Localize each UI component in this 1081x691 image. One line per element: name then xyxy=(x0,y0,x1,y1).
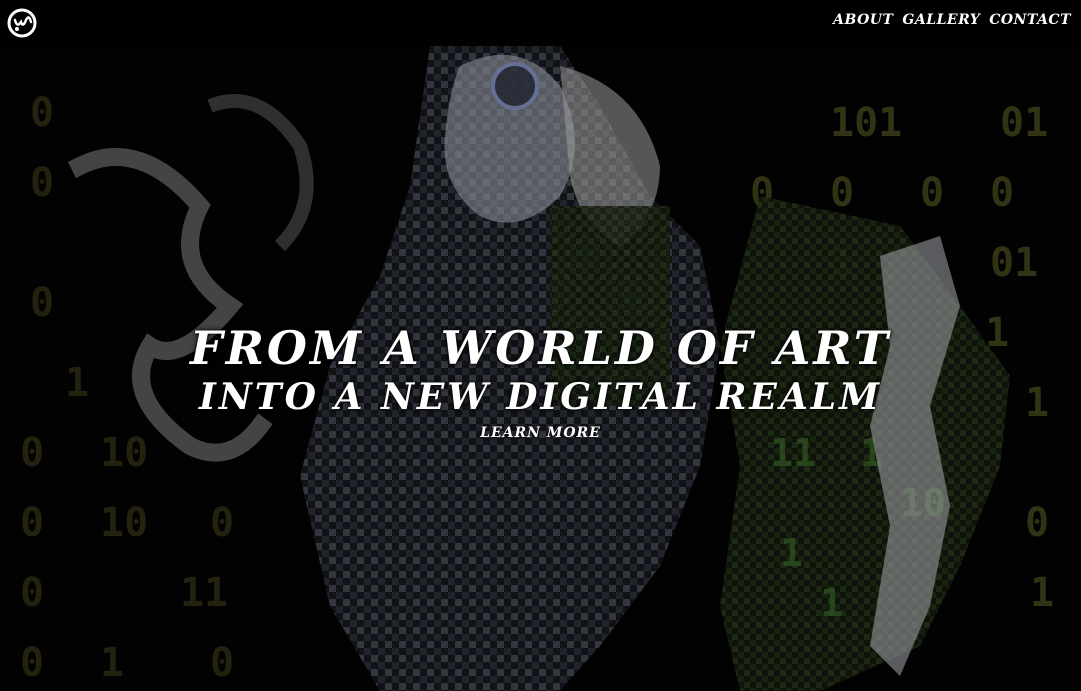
nav-gallery-link[interactable]: GALLERY xyxy=(902,12,980,28)
main-nav: ABOUT GALLERY CONTACT xyxy=(833,12,1071,28)
top-bar: ABOUT GALLERY CONTACT xyxy=(0,0,1081,46)
swirl-emblem-icon[interactable] xyxy=(7,8,37,38)
headline-line-1: FROM A WORLD OF ART xyxy=(190,321,891,376)
hero-section: 000 1010 0100 011 010 10101 0000 101 11 … xyxy=(0,46,1081,691)
nav-contact-link[interactable]: CONTACT xyxy=(989,12,1071,28)
headline-line-2: INTO A NEW DIGITAL REALM xyxy=(199,376,882,419)
cta-wrapper: LEARN MORE xyxy=(0,422,1081,441)
learn-more-link[interactable]: LEARN MORE xyxy=(480,425,601,441)
nav-about-link[interactable]: ABOUT xyxy=(833,12,893,28)
hero-headline: FROM A WORLD OF ART INTO A NEW DIGITAL R… xyxy=(0,325,1081,415)
